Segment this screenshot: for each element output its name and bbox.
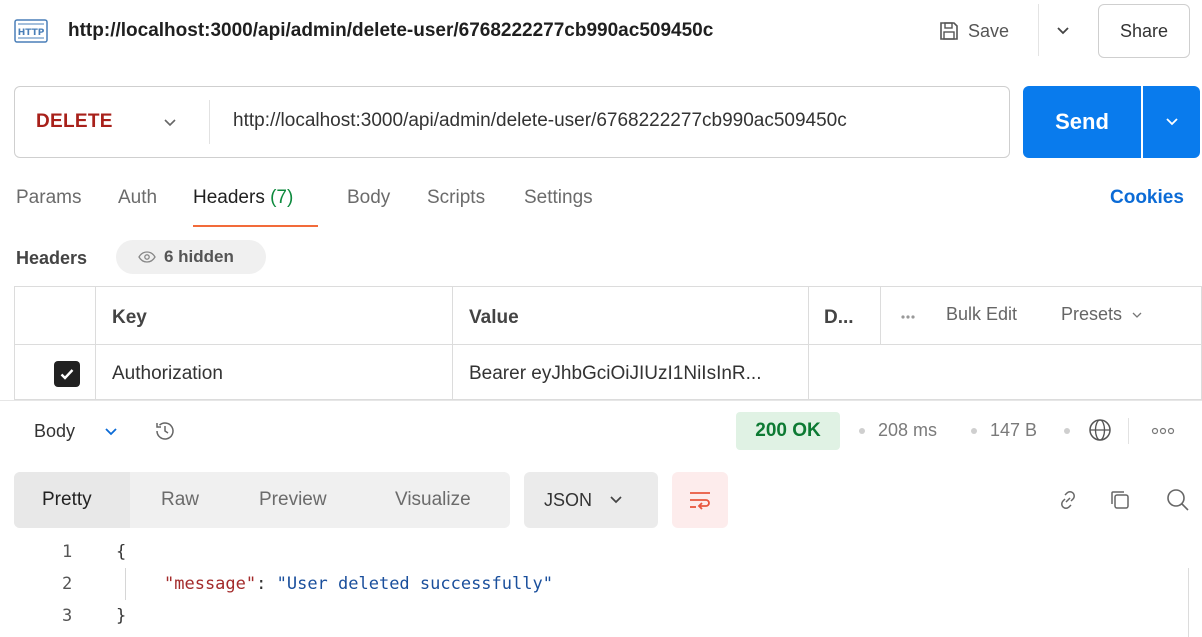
chevron-down-icon [1165, 118, 1178, 126]
scrollbar-track[interactable] [1188, 568, 1189, 637]
view-tab-preview[interactable]: Preview [259, 489, 327, 511]
json-value: "User deleted successfully" [276, 574, 553, 594]
hidden-headers-count: 6 hidden [164, 247, 234, 266]
column-header-value: Value [469, 307, 519, 328]
header-enabled-checkbox[interactable] [54, 361, 80, 387]
tab-headers-count: (7) [270, 187, 294, 208]
table-column-divider [452, 286, 453, 400]
line-number: 3 [62, 606, 73, 626]
link-icon[interactable] [1054, 486, 1082, 514]
meta-dot [859, 428, 865, 434]
url-input[interactable]: http://localhost:3000/api/admin/delete-u… [233, 110, 847, 132]
bulk-edit-button[interactable]: Bulk Edit [946, 304, 1017, 325]
header-key-cell[interactable]: Authorization [112, 363, 223, 385]
table-column-divider [880, 286, 881, 344]
table-column-divider [808, 286, 809, 400]
globe-icon[interactable] [1086, 416, 1114, 444]
http-request-icon: HTTP [14, 19, 48, 43]
format-select[interactable]: JSON [524, 472, 658, 528]
chevron-down-icon [610, 496, 622, 504]
tab-scripts[interactable]: Scripts [427, 187, 485, 209]
header-value-cell[interactable]: Bearer eyJhbGciOiJIUzI1NiIsInR... [469, 363, 761, 385]
meta-dot [971, 428, 977, 434]
cookies-link[interactable]: Cookies [1110, 187, 1184, 209]
code-close-brace: } [116, 606, 127, 626]
presets-dropdown[interactable]: Presets [1061, 304, 1143, 325]
eye-icon [138, 251, 156, 263]
chevron-down-icon [1132, 312, 1142, 318]
checkmark-icon [60, 369, 74, 380]
wrap-lines-button[interactable] [672, 472, 728, 528]
chevron-down-icon[interactable] [102, 425, 120, 439]
code-open-brace: { [116, 542, 127, 562]
wrap-lines-icon [690, 492, 710, 510]
format-label: JSON [544, 489, 593, 510]
search-icon[interactable] [1164, 486, 1192, 514]
request-title[interactable]: http://localhost:3000/api/admin/delete-u… [68, 18, 713, 44]
method-select[interactable]: DELETE [36, 111, 113, 133]
active-tab-indicator [193, 225, 318, 227]
json-key: "message" [164, 574, 257, 594]
tab-settings[interactable]: Settings [524, 187, 593, 209]
tab-body[interactable]: Body [347, 187, 390, 209]
table-column-divider [95, 286, 96, 400]
save-label: Save [968, 20, 1010, 41]
save-button[interactable]: Save [938, 14, 1009, 48]
column-header-description: D... [824, 307, 854, 328]
save-divider [1038, 4, 1039, 56]
response-size[interactable]: 147 B [990, 420, 1037, 441]
line-number: 2 [62, 574, 73, 594]
code-line: "message": "User deleted successfully" [164, 574, 553, 594]
column-header-key: Key [112, 307, 147, 328]
history-icon[interactable] [152, 418, 178, 444]
meta-dot [1064, 428, 1070, 434]
response-divider [0, 400, 1202, 401]
headers-section-label: Headers [16, 248, 88, 268]
view-tab-raw[interactable]: Raw [161, 489, 199, 511]
tab-headers-label: Headers [193, 187, 265, 208]
indent-guide [125, 568, 126, 600]
copy-icon[interactable] [1106, 486, 1134, 514]
table-row-divider [14, 344, 1202, 345]
send-options-button[interactable] [1143, 86, 1200, 158]
response-body-label[interactable]: Body [34, 421, 75, 442]
tab-auth[interactable]: Auth [118, 187, 157, 209]
status-badge[interactable]: 200 OK [736, 412, 840, 450]
more-options-icon[interactable] [900, 314, 916, 320]
tab-headers[interactable]: Headers (7) [193, 187, 293, 209]
chevron-down-icon[interactable] [161, 115, 179, 131]
save-icon [940, 22, 958, 40]
response-time[interactable]: 208 ms [878, 420, 937, 441]
view-tab-pretty[interactable]: Pretty [42, 489, 92, 511]
share-button[interactable]: Share [1098, 4, 1190, 58]
chevron-down-icon[interactable] [1052, 20, 1074, 40]
view-tab-visualize[interactable]: Visualize [395, 489, 471, 511]
more-options-icon[interactable] [1148, 424, 1178, 438]
meta-separator [1128, 418, 1129, 444]
presets-label: Presets [1061, 304, 1123, 324]
line-number: 1 [62, 542, 73, 562]
hidden-headers-toggle[interactable]: 6 hidden [116, 240, 266, 274]
json-colon: : [256, 574, 277, 594]
svg-text:HTTP: HTTP [18, 28, 45, 38]
request-separator [209, 100, 210, 144]
tab-params[interactable]: Params [16, 187, 81, 209]
send-button[interactable]: Send [1023, 86, 1141, 158]
